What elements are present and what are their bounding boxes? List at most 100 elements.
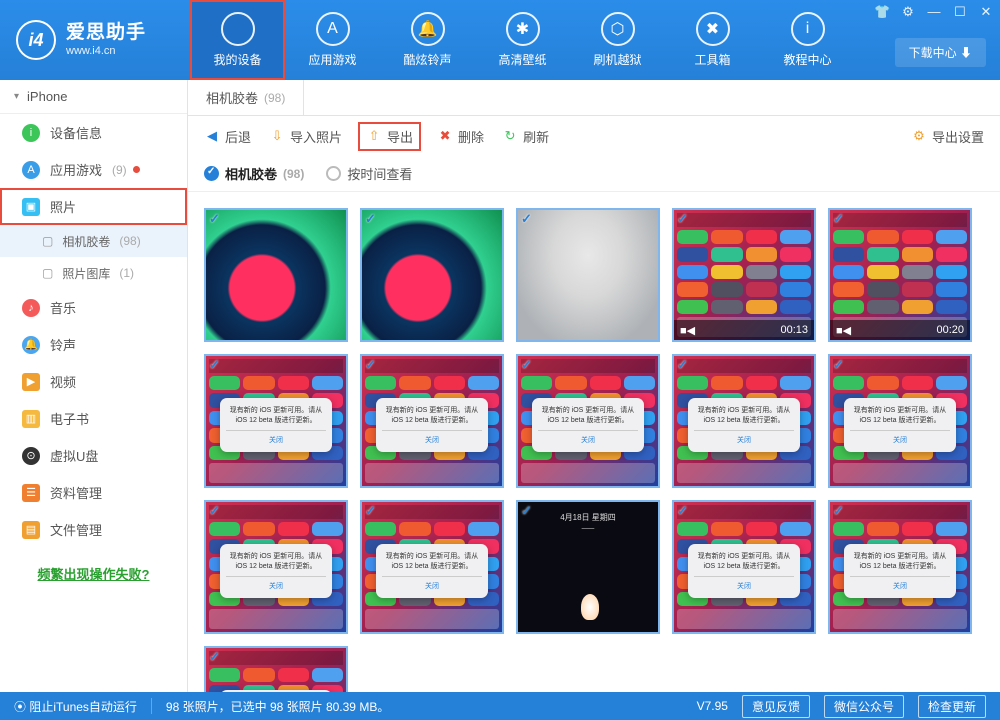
import-button[interactable]: ⇩导入照片 [269, 127, 342, 146]
check-icon: ✓ [365, 211, 376, 227]
photo-thumbnail[interactable]: ✓现有新的 iOS 更新可用。请从 iOS 12 beta 版进行更新。关闭 [672, 500, 816, 634]
sidebar-icon: ▶ [22, 373, 40, 391]
nav-工具箱[interactable]: ✖工具箱 [665, 0, 760, 80]
export-button[interactable]: ⇧导出 [360, 124, 419, 149]
nav-高清壁纸[interactable]: ✱高清壁纸 [475, 0, 570, 80]
app-logo: i4 爱思助手 www.i4.cn [0, 20, 190, 60]
feedback-button[interactable]: 意见反馈 [742, 695, 810, 718]
export-icon: ⇧ [366, 128, 382, 144]
shirt-icon[interactable]: 👕 [874, 4, 890, 20]
video-overlay: ■◀00:13 [674, 320, 814, 340]
check-icon: ✓ [209, 211, 220, 227]
toolbar: ◀后退 ⇩导入照片 ⇧导出 ✖删除 ↻刷新 ⚙导出设置 [188, 116, 1000, 156]
sidebar-item-电子书[interactable]: ▥电子书 [0, 400, 187, 437]
sidebar-item-铃声[interactable]: 🔔铃声 [0, 326, 187, 363]
sidebar-item-音乐[interactable]: ♪音乐 [0, 289, 187, 326]
version-label: V7.95 [697, 699, 728, 713]
photo-thumbnail[interactable]: ✓现有新的 iOS 更新可用。请从 iOS 12 beta 版进行更新。关闭 [828, 500, 972, 634]
logo-icon: i4 [16, 20, 56, 60]
filter-camera-roll[interactable]: 相机胶卷 (98) [204, 164, 304, 183]
photo-thumbnail[interactable]: ✓现有新的 iOS 更新可用。请从 iOS 12 beta 版进行更新。关闭 [360, 500, 504, 634]
check-icon: ✓ [521, 503, 532, 519]
radio-checked-icon [204, 166, 219, 181]
sidebar-item-虚拟U盘[interactable]: ⊙虚拟U盘 [0, 437, 187, 474]
app-header: i4 爱思助手 www.i4.cn 我的设备A应用游戏🔔酷炫铃声✱高清壁纸⬡刷机… [0, 0, 1000, 80]
photo-grid-scroll[interactable]: ✓✓✓✓■◀00:13✓■◀00:20✓现有新的 iOS 更新可用。请从 iOS… [188, 192, 1000, 692]
photo-thumbnail[interactable]: ✓ [360, 208, 504, 342]
nav-酷炫铃声[interactable]: 🔔酷炫铃声 [380, 0, 475, 80]
nav-刷机越狱[interactable]: ⬡刷机越狱 [570, 0, 665, 80]
status-bar: ⦿ 阻止iTunes自动运行 98 张照片，已选中 98 张照片 80.39 M… [0, 692, 1000, 720]
sidebar-icon: ☰ [22, 484, 40, 502]
nav-教程中心[interactable]: i教程中心 [760, 0, 855, 80]
photo-thumbnail[interactable]: ✓现有新的 iOS 更新可用。请从 iOS 12 beta 版进行更新。关闭 [204, 500, 348, 634]
sidebar-sub-相机胶卷[interactable]: ▢相机胶卷(98) [0, 225, 187, 257]
sidebar-icon: A [22, 161, 40, 179]
itunes-toggle[interactable]: ⦿ 阻止iTunes自动运行 [14, 698, 137, 715]
photo-thumbnail[interactable]: ✓现有新的 iOS 更新可用。请从 iOS 12 beta 版进行更新。关闭 [204, 646, 348, 692]
sidebar-item-照片[interactable]: ▣照片 [0, 188, 187, 225]
ios-popup: 现有新的 iOS 更新可用。请从 iOS 12 beta 版进行更新。关闭 [220, 690, 332, 692]
download-center-button[interactable]: 下载中心 ⬇ [895, 38, 986, 67]
sidebar-item-文件管理[interactable]: ▤文件管理 [0, 511, 187, 548]
filter-row: 相机胶卷 (98) 按时间查看 [188, 156, 1000, 192]
photo-thumbnail[interactable]: ✓■◀00:20 [828, 208, 972, 342]
sidebar-item-视频[interactable]: ▶视频 [0, 363, 187, 400]
window-controls: 👕 ⚙ — ☐ ✕ [874, 4, 994, 20]
sidebar-item-设备信息[interactable]: i设备信息 [0, 114, 187, 151]
photo-thumbnail[interactable]: ✓ ■◀00:13 [672, 208, 816, 342]
minimize-icon[interactable]: — [926, 4, 942, 20]
filter-by-time[interactable]: 按时间查看 [326, 164, 412, 183]
photo-thumbnail[interactable]: ✓ 现有新的 iOS 更新可用。请从 iOS 12 beta 版进行更新。关闭 [204, 354, 348, 488]
radio-icon [326, 166, 341, 181]
photo-thumbnail[interactable]: ✓现有新的 iOS 更新可用。请从 iOS 12 beta 版进行更新。关闭 [672, 354, 816, 488]
refresh-button[interactable]: ↻刷新 [502, 127, 549, 146]
sidebar-item-应用游戏[interactable]: A应用游戏(9) [0, 151, 187, 188]
nav-icon: ⬡ [601, 12, 635, 46]
ios-popup: 现有新的 iOS 更新可用。请从 iOS 12 beta 版进行更新。关闭 [220, 398, 332, 452]
check-icon: ✓ [833, 357, 844, 373]
tab-bar: 相机胶卷 (98) [188, 80, 1000, 116]
device-selector[interactable]: ▾ iPhone [0, 80, 187, 114]
check-icon: ✓ [677, 211, 688, 227]
nav-icon: i [791, 12, 825, 46]
photo-thumbnail[interactable]: ✓ [516, 208, 660, 342]
check-icon: ✓ [209, 357, 220, 373]
ios-popup: 现有新的 iOS 更新可用。请从 iOS 12 beta 版进行更新。关闭 [844, 398, 956, 452]
tab-camera-roll[interactable]: 相机胶卷 (98) [188, 80, 304, 115]
sidebar-icon: 🔔 [22, 336, 40, 354]
export-settings-button[interactable]: ⚙导出设置 [911, 127, 984, 146]
sidebar-item-资料管理[interactable]: ☰资料管理 [0, 474, 187, 511]
video-icon: ■◀ [680, 324, 695, 337]
maximize-icon[interactable]: ☐ [952, 4, 968, 20]
check-icon: ✓ [833, 503, 844, 519]
wechat-button[interactable]: 微信公众号 [824, 695, 904, 718]
settings-icon[interactable]: ⚙ [900, 4, 916, 20]
nav-icon: ✖ [696, 12, 730, 46]
photo-thumbnail[interactable]: ✓ [204, 208, 348, 342]
check-icon: ✓ [209, 503, 220, 519]
sidebar: ▾ iPhone i设备信息A应用游戏(9)▣照片▢相机胶卷(98)▢照片图库(… [0, 80, 188, 692]
photo-thumbnail[interactable]: ✓4月18日 星期四⸺ [516, 500, 660, 634]
check-icon: ✓ [833, 211, 844, 227]
check-icon: ✓ [521, 211, 532, 227]
photo-thumbnail[interactable]: ✓ 现有新的 iOS 更新可用。请从 iOS 12 beta 版进行更新。关闭 [360, 354, 504, 488]
device-name: iPhone [27, 89, 67, 104]
nav-我的设备[interactable]: 我的设备 [190, 0, 285, 80]
delete-button[interactable]: ✖删除 [437, 127, 484, 146]
import-icon: ⇩ [269, 128, 285, 144]
check-update-button[interactable]: 检查更新 [918, 695, 986, 718]
sidebar-icon: i [22, 124, 40, 142]
nav-icon: A [316, 12, 350, 46]
photo-thumbnail[interactable]: ✓现有新的 iOS 更新可用。请从 iOS 12 beta 版进行更新。关闭 [516, 354, 660, 488]
refresh-icon: ↻ [502, 128, 518, 144]
close-icon[interactable]: ✕ [978, 4, 994, 20]
nav-应用游戏[interactable]: A应用游戏 [285, 0, 380, 80]
back-button[interactable]: ◀后退 [204, 127, 251, 146]
check-icon: ✓ [365, 503, 376, 519]
sidebar-sub-照片图库[interactable]: ▢照片图库(1) [0, 257, 187, 289]
check-icon: ✓ [365, 357, 376, 373]
ios-popup: 现有新的 iOS 更新可用。请从 iOS 12 beta 版进行更新。关闭 [376, 398, 488, 452]
help-link[interactable]: 频繁出现操作失败? [14, 564, 173, 583]
photo-thumbnail[interactable]: ✓ 现有新的 iOS 更新可用。请从 iOS 12 beta 版进行更新。关闭 [828, 354, 972, 488]
